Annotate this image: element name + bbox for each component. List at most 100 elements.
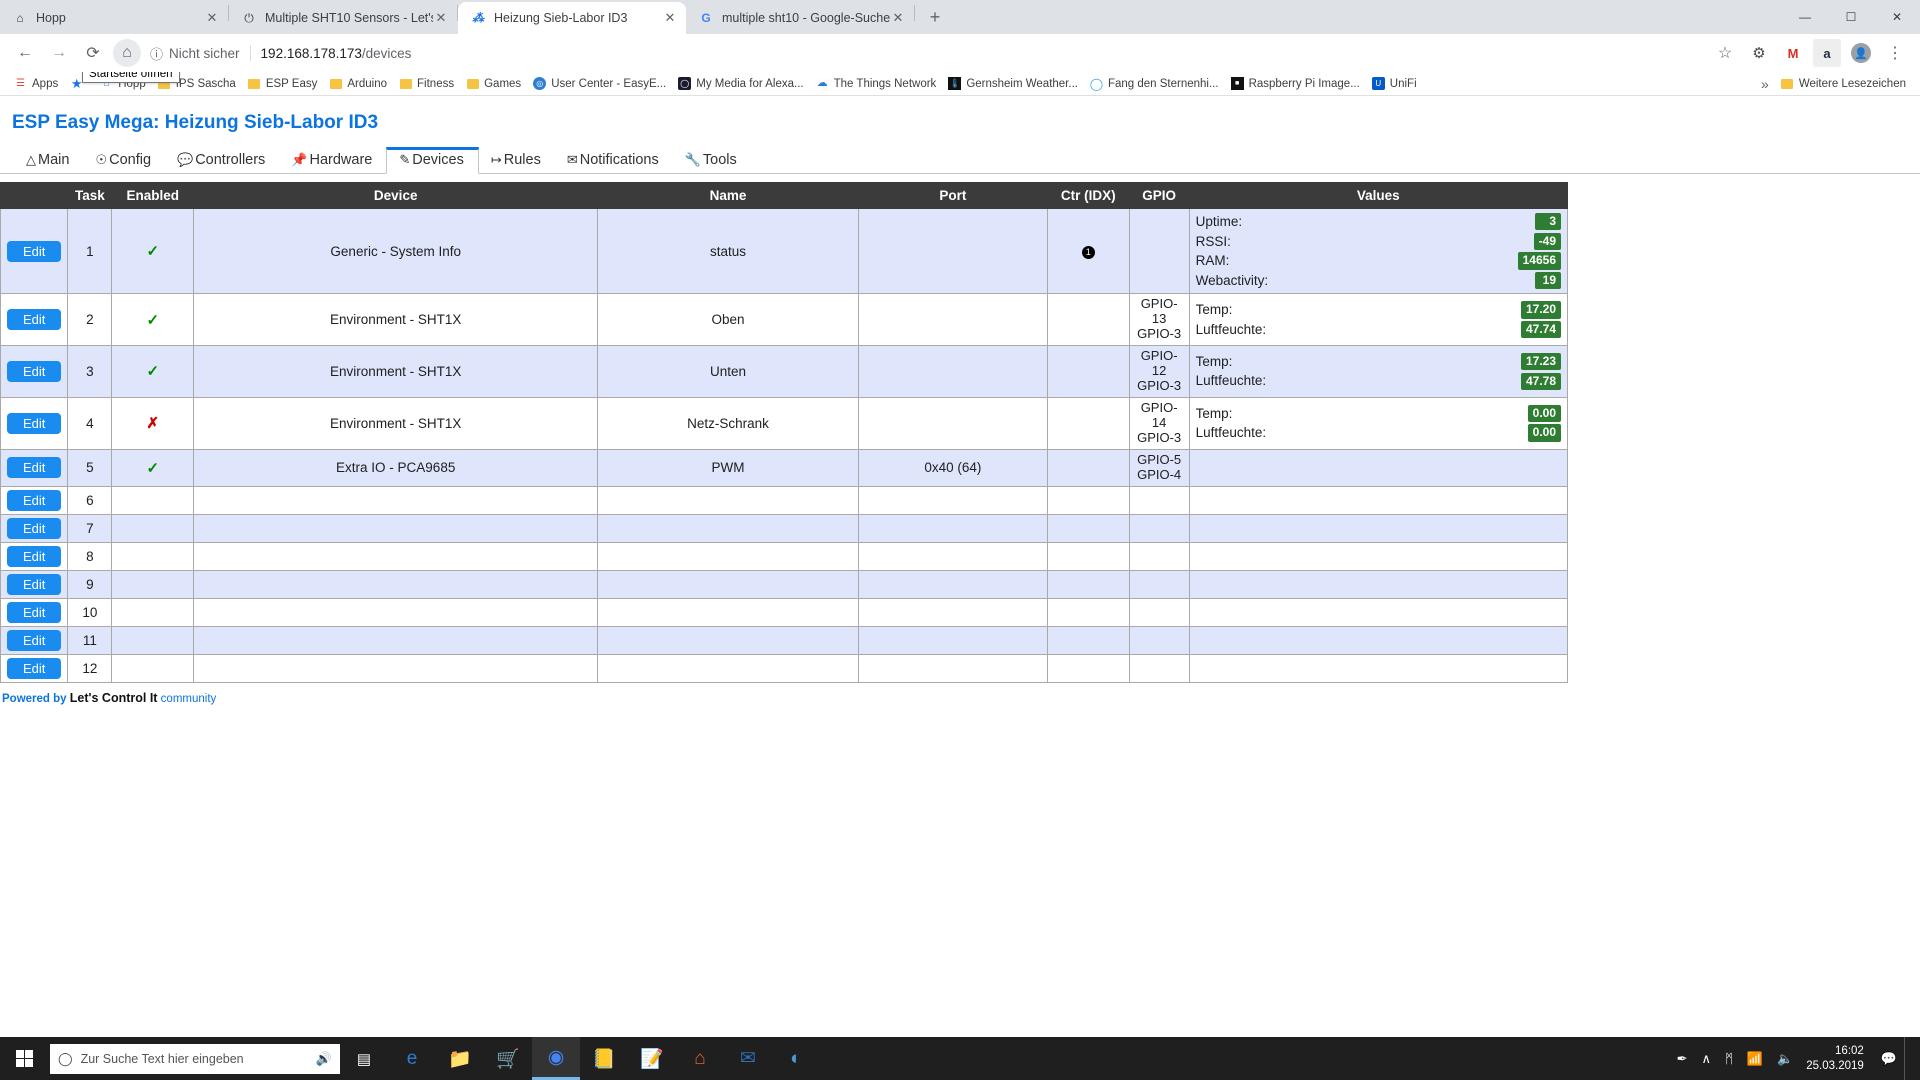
taskbar-app-teamviewer-icon[interactable]: ◐ xyxy=(772,1037,820,1080)
browser-tab-1[interactable]: ⏻ Multiple SHT10 Sensors - Let's C ✕ xyxy=(229,2,457,34)
edit-button[interactable]: Edit xyxy=(7,545,62,567)
home-icon: △ xyxy=(26,152,36,167)
show-desktop-button[interactable] xyxy=(1904,1037,1912,1080)
tab-controllers[interactable]: 💬 Controllers xyxy=(165,148,279,173)
check-icon: ✓ xyxy=(146,311,160,329)
bookmark-apps[interactable]: ☰ Apps xyxy=(8,75,64,92)
browser-tab-3[interactable]: G multiple sht10 - Google-Suche ✕ xyxy=(686,2,914,34)
bookmark-games[interactable]: Games xyxy=(460,75,527,92)
extension-mail-icon[interactable]: M xyxy=(1779,39,1807,67)
edit-button[interactable]: Edit xyxy=(7,412,62,434)
tab-devices[interactable]: ✎ Devices xyxy=(386,147,479,174)
edit-button[interactable]: Edit xyxy=(7,240,62,262)
browser-tab-0[interactable]: ⌂ Hopp ✕ xyxy=(0,2,228,34)
cell-edit: Edit xyxy=(0,541,69,571)
microphone-icon[interactable]: 🔊 xyxy=(316,1051,332,1067)
value-badge: 0.00 xyxy=(1527,424,1561,442)
taskbar-app-chrome-icon[interactable]: ◉ xyxy=(532,1037,580,1080)
notification-center-icon[interactable]: 💬 xyxy=(1874,1051,1904,1067)
security-status[interactable]: ⓘ Nicht sicher xyxy=(150,44,240,63)
maximize-button[interactable]: ☐ xyxy=(1828,0,1874,34)
cell-task: 2 xyxy=(67,293,113,347)
tab-config[interactable]: ☉ Config xyxy=(83,148,165,173)
bookmark-star-icon[interactable]: ☆ xyxy=(1711,39,1739,67)
network-icon[interactable]: 📶 xyxy=(1740,1051,1770,1067)
bookmark-raspberry-pi-imager[interactable]: ■ Raspberry Pi Image... xyxy=(1225,75,1366,92)
extension-amazon-icon[interactable]: a xyxy=(1813,39,1841,67)
edit-button[interactable]: Edit xyxy=(7,360,62,382)
taskbar-search-input[interactable]: ◯ Zur Suche Text hier eingeben 🔊 xyxy=(50,1043,340,1074)
chrome-menu-icon[interactable]: ⋮ xyxy=(1881,39,1909,67)
close-icon[interactable]: ✕ xyxy=(204,10,220,26)
cell-gpio xyxy=(1128,541,1190,571)
bookmark-gernsheim-weather[interactable]: 🌡 Gernsheim Weather... xyxy=(942,75,1084,92)
task-view-button[interactable]: ▤ xyxy=(340,1037,388,1080)
taskbar-app-ipsymcon-icon[interactable]: ⌂ xyxy=(676,1037,724,1080)
close-window-button[interactable]: ✕ xyxy=(1874,0,1920,34)
edit-button[interactable]: Edit xyxy=(7,309,62,331)
cell-enabled: ✓ xyxy=(111,207,195,295)
bookmark-fang-den-sternenhimmel[interactable]: ◯ Fang den Sternenhi... xyxy=(1084,75,1225,92)
cell-edit: Edit xyxy=(0,345,69,398)
edit-button[interactable]: Edit xyxy=(7,573,62,595)
edit-button[interactable]: Edit xyxy=(7,601,62,623)
cell-device xyxy=(193,597,599,627)
bookmark-label: Raspberry Pi Image... xyxy=(1248,77,1360,90)
edit-button[interactable]: Edit xyxy=(7,517,62,539)
close-icon[interactable]: ✕ xyxy=(890,10,906,26)
taskbar-app-edge-icon[interactable]: e xyxy=(388,1037,436,1080)
close-icon[interactable]: ✕ xyxy=(433,10,449,26)
taskbar-clock[interactable]: 16:02 25.03.2019 xyxy=(1800,1044,1874,1073)
taskbar-app-media-icon[interactable]: 📒 xyxy=(580,1037,628,1080)
taskbar-app-file-explorer-icon[interactable]: 📁 xyxy=(436,1037,484,1080)
bookmark-my-media-alexa[interactable]: ◯ My Media for Alexa... xyxy=(672,75,809,92)
address-bar[interactable]: ⓘ Nicht sicher 192.168.178.173/devices xyxy=(150,39,1708,67)
taskbar-app-microsoft-store-icon[interactable]: 🛒 xyxy=(484,1037,532,1080)
tab-tools[interactable]: 🔧 Tools xyxy=(673,148,751,173)
volume-icon[interactable]: 🔈 xyxy=(1770,1051,1800,1067)
start-button[interactable] xyxy=(0,1037,48,1080)
folder-icon xyxy=(329,77,342,90)
bluetooth-icon[interactable]: ᛗ xyxy=(1718,1051,1740,1066)
avatar[interactable]: 👤 xyxy=(1847,39,1875,67)
close-icon[interactable]: ✕ xyxy=(662,10,678,26)
pen-workspace-icon[interactable]: ✒ xyxy=(1670,1051,1695,1067)
table-row: Edit 12 xyxy=(0,653,1569,683)
browser-tab-2[interactable]: ⁂ Heizung Sieb-Labor ID3 ✕ xyxy=(458,2,686,34)
edit-button[interactable]: Edit xyxy=(7,657,62,679)
header-task: Task xyxy=(67,182,113,209)
extension-gear-icon[interactable]: ⚙ xyxy=(1745,39,1773,67)
tab-main[interactable]: △ Main xyxy=(14,148,83,173)
tab-notifications[interactable]: ✉ Notifications xyxy=(555,148,673,173)
edit-button[interactable]: Edit xyxy=(7,489,62,511)
ttn-icon: ☁ xyxy=(816,77,828,89)
bookmark-more-bookmarks[interactable]: Weitere Lesezeichen xyxy=(1775,75,1912,92)
bookmark-fitness[interactable]: Fitness xyxy=(393,75,460,92)
bookmark-arduino[interactable]: Arduino xyxy=(323,75,393,92)
taskbar-app-notepad-icon[interactable]: 📝 xyxy=(628,1037,676,1080)
reload-icon[interactable]: ⟳ xyxy=(79,39,107,67)
home-icon[interactable]: ⌂ xyxy=(113,39,141,67)
edit-button[interactable]: Edit xyxy=(7,629,62,651)
cell-edit: Edit xyxy=(0,513,69,543)
footer-brand[interactable]: Let's Control It xyxy=(70,691,158,705)
bookmark-user-center[interactable]: ◎ User Center - EasyE... xyxy=(527,75,672,92)
cell-name xyxy=(597,541,859,571)
bookmark-label: Apps xyxy=(32,77,59,90)
minimize-button[interactable]: — xyxy=(1782,0,1828,34)
bookmark-esp-easy[interactable]: ESP Easy xyxy=(242,75,324,92)
new-tab-button[interactable]: + xyxy=(921,3,949,31)
bookmark-things-network[interactable]: ☁ The Things Network xyxy=(810,75,943,92)
cell-task: 4 xyxy=(67,396,113,450)
taskbar-app-mail-icon[interactable]: ✉ xyxy=(724,1037,772,1080)
cell-gpio xyxy=(1128,625,1190,655)
tab-hardware[interactable]: 📌 Hardware xyxy=(279,148,386,173)
chevron-up-icon[interactable]: ∧ xyxy=(1695,1051,1719,1067)
table-header-row: Task Enabled Device Name Port Ctr (IDX) … xyxy=(0,182,1569,209)
bookmarks-overflow-button[interactable]: » xyxy=(1755,74,1775,94)
tab-rules[interactable]: ↦ Rules xyxy=(479,148,555,173)
bookmark-unifi[interactable]: U UniFi xyxy=(1366,75,1423,92)
edit-button[interactable]: Edit xyxy=(7,457,62,479)
back-icon[interactable]: ← xyxy=(11,39,39,67)
forward-icon[interactable]: → xyxy=(45,39,73,67)
